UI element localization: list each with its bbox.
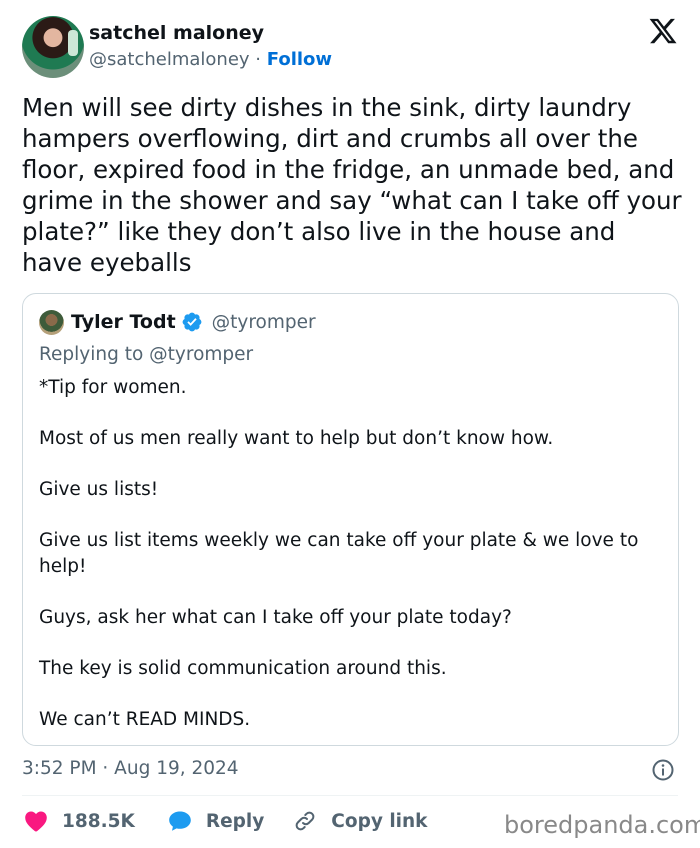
author-name[interactable]: satchel maloney <box>89 22 264 44</box>
like-count: 188.5K <box>62 810 135 832</box>
quoted-tweet[interactable]: Tyler Todt @tyromper Replying to @tyromp… <box>22 293 679 746</box>
tweet-timestamp[interactable]: 3:52 PM · Aug 19, 2024 <box>22 758 239 779</box>
author-handle-line: @satchelmaloney · Follow <box>89 49 332 70</box>
link-icon <box>295 811 315 831</box>
verified-badge-icon <box>182 312 202 332</box>
tweet-text: Men will see dirty dishes in the sink, d… <box>22 93 682 277</box>
author-handle[interactable]: @satchelmaloney <box>89 49 250 70</box>
reply-bubble-icon <box>169 811 191 831</box>
quoted-author-name[interactable]: Tyler Todt <box>71 311 176 333</box>
quoted-author-avatar[interactable] <box>39 309 64 335</box>
replying-to: Replying to @tyromper <box>39 344 254 365</box>
quoted-paragraph: Most of us men really want to help but d… <box>39 428 554 449</box>
watermark: boredpanda.com <box>504 811 700 839</box>
quoted-paragraph: Give us lists! <box>39 479 159 500</box>
quoted-author-handle[interactable]: @tyromper <box>212 312 316 333</box>
like-button[interactable]: 188.5K <box>24 810 135 832</box>
quoted-paragraph: The key is solid communication around th… <box>39 657 447 679</box>
quoted-tweet-body: *Tip for women. Most of us men really wa… <box>39 375 669 732</box>
tweet-header: satchel maloney @satchelmaloney · Follow <box>22 16 678 78</box>
reply-button[interactable]: Reply <box>168 810 264 832</box>
quoted-paragraph: We can’t READ MINDS. <box>39 708 251 730</box>
copy-link-label: Copy link <box>331 810 428 832</box>
info-icon[interactable] <box>651 758 675 782</box>
copy-link-button[interactable]: Copy link <box>293 809 427 833</box>
quoted-paragraph: *Tip for women. <box>39 377 187 398</box>
quoted-tweet-header: Tyler Todt @tyromper <box>39 309 316 335</box>
heart-icon <box>25 811 47 832</box>
quoted-paragraph: Guys, ask her what can I take off your p… <box>39 606 512 628</box>
x-logo-icon[interactable] <box>648 16 678 46</box>
action-bar: 188.5K Reply Copy link <box>24 806 427 836</box>
divider <box>22 795 678 796</box>
author-avatar[interactable] <box>22 16 84 78</box>
separator-dot: · <box>255 49 262 70</box>
quoted-paragraph: Give us list items weekly we can take of… <box>39 530 639 577</box>
follow-button[interactable]: Follow <box>267 49 332 70</box>
reply-label: Reply <box>205 810 265 832</box>
